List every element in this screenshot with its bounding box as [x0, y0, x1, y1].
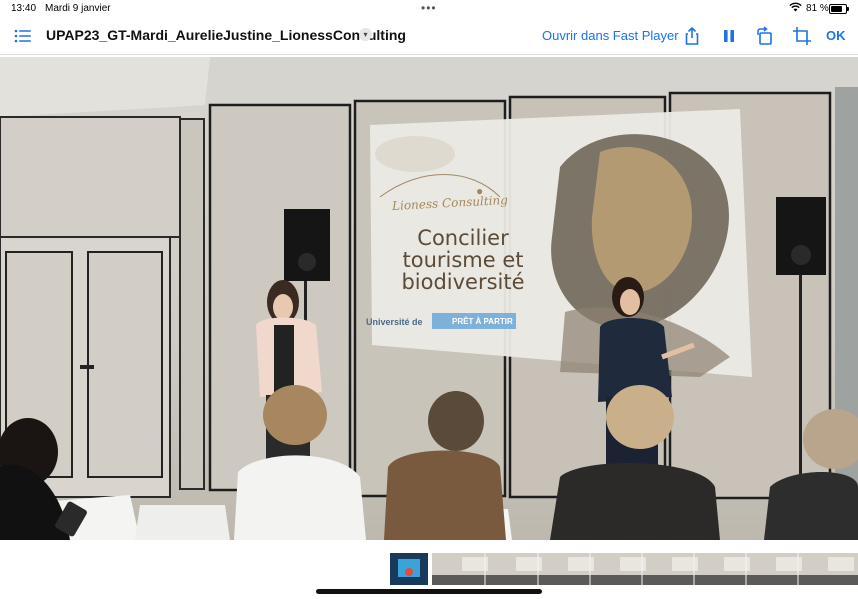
open-in-fast-player-button[interactable]: Ouvrir dans Fast Player — [542, 28, 679, 43]
status-bar: 13:40 Mardi 9 janvier ••• 81 % — [0, 0, 858, 18]
multitasking-dots-icon[interactable]: ••• — [421, 1, 437, 15]
slide-footer-university: Université de — [366, 317, 423, 327]
status-time: 13:40 — [11, 3, 37, 14]
pause-icon[interactable] — [719, 26, 739, 46]
battery-percentage: 81 % — [806, 3, 829, 14]
wifi-icon — [789, 2, 802, 15]
slide-footer-badge: PRÊT À PARTIR — [452, 317, 513, 326]
paw-icon: ● — [476, 184, 484, 198]
crop-icon[interactable] — [792, 26, 812, 46]
slide-headline: Concilier tourisme et biodiversité — [378, 227, 548, 293]
slide-headline-line3: biodiversité — [401, 270, 525, 294]
video-scrubber[interactable] — [0, 553, 858, 585]
document-title: UPAP23_GT-Mardi_AurelieJustine_LionessCo… — [46, 27, 406, 43]
battery-icon — [829, 4, 849, 14]
video-frame[interactable]: Lioness Consulting ● Concilier tourisme … — [0, 57, 858, 540]
rotate-icon[interactable] — [755, 26, 775, 46]
home-indicator[interactable] — [316, 589, 542, 594]
top-navigation-bar: UPAP23_GT-Mardi_AurelieJustine_LionessCo… — [0, 18, 858, 55]
slide-headline-line2: tourisme et — [402, 248, 524, 272]
slide-headline-line1: Concilier — [417, 226, 509, 250]
ok-button[interactable]: OK — [826, 28, 846, 43]
list-icon[interactable] — [14, 27, 32, 45]
share-icon[interactable] — [682, 26, 702, 46]
status-date: Mardi 9 janvier — [45, 3, 111, 14]
chevron-down-icon[interactable]: ▾ — [359, 28, 372, 41]
thumbnail-strip[interactable] — [390, 553, 858, 585]
